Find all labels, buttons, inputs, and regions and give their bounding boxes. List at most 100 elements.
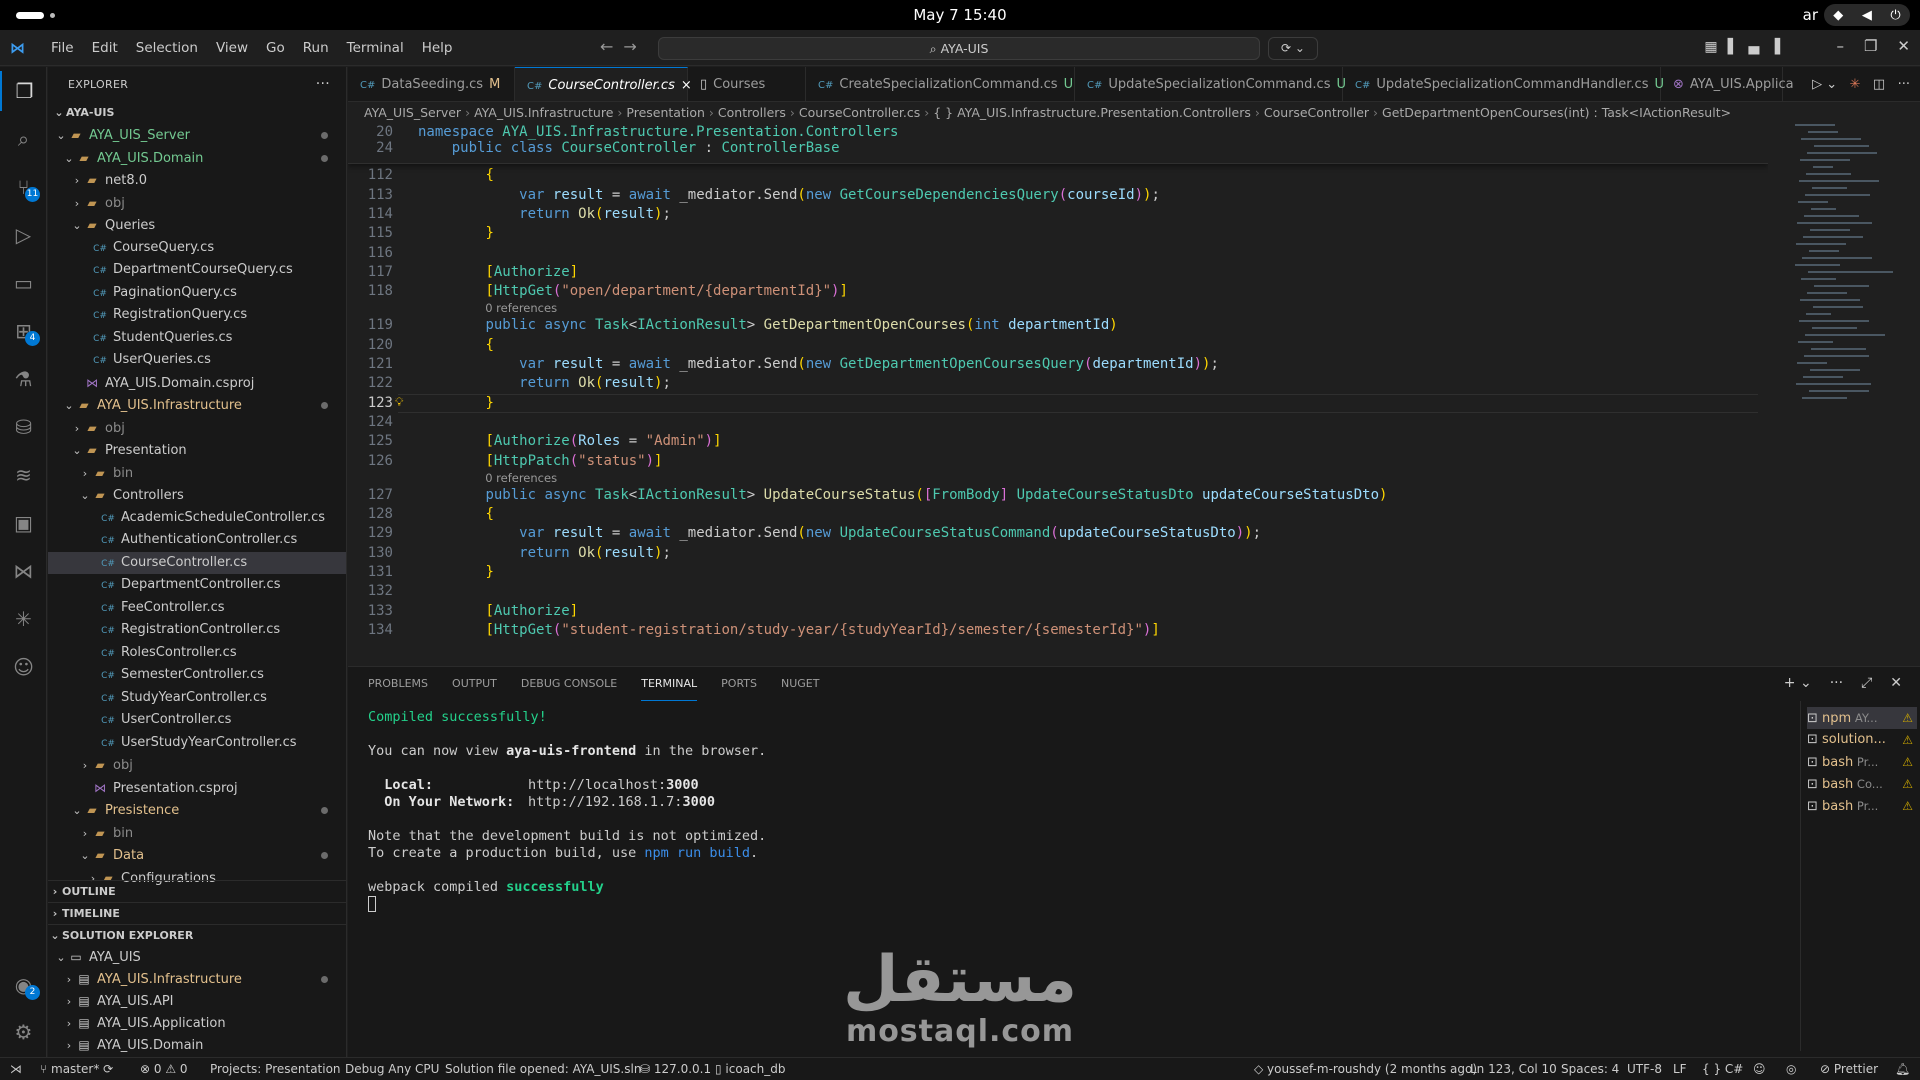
terminal-instance[interactable]: ⊡ npm AY... ⚠ [1807, 707, 1917, 729]
db-host-status[interactable]: ⛁ 127.0.0.1 [640, 1058, 711, 1080]
code-line[interactable]: 133 [Authorize] [348, 602, 1768, 621]
minimap[interactable] [1795, 124, 1905, 414]
tree-item[interactable]: › ▰ obj [48, 417, 346, 439]
tab-aya-uis-applica[interactable]: ⊗ AYA_UIS.Applica [1661, 67, 1794, 101]
menu-help[interactable]: Help [413, 40, 462, 56]
panel-more-icon[interactable]: ··· [1830, 675, 1843, 691]
codelens-references[interactable]: 0 references [485, 301, 557, 316]
system-menu[interactable]: ◆ ◀ ⏻ [1824, 4, 1910, 26]
breadcrumb-item[interactable]: Presentation [626, 105, 705, 120]
tab-courses[interactable]: ▯ Courses [688, 67, 806, 101]
projects-status[interactable]: Projects: Presentation [210, 1058, 341, 1080]
editor-more-icon[interactable]: ··· [1898, 77, 1910, 92]
split-editor-icon[interactable]: ◫ [1873, 77, 1885, 92]
code-line[interactable]: 125 [Authorize(Roles = "Admin")] [348, 432, 1768, 451]
tree-item[interactable]: C# PaginationQuery.cs [48, 282, 346, 304]
solution-item[interactable]: › ▤ AYA_UIS.Domain [48, 1034, 346, 1056]
code-line[interactable]: 126 [HttpPatch("status")] [348, 452, 1768, 471]
menu-selection[interactable]: Selection [127, 40, 207, 56]
copilot-chat-icon[interactable]: ☺ [0, 647, 47, 687]
end-of-line[interactable]: LF [1673, 1058, 1687, 1080]
tree-item[interactable]: ⌄ ▰ Queries [48, 214, 346, 236]
tree-item[interactable]: ⌄ ▰ Presistence [48, 799, 346, 821]
tree-item[interactable]: ⋈ AYA_UIS.Domain.csproj [48, 372, 346, 394]
code-line[interactable]: 120 { [348, 336, 1768, 355]
keyboard-layout[interactable]: ar [1803, 6, 1818, 24]
restore-icon[interactable]: ❐ [1864, 37, 1877, 55]
code-line[interactable]: 115 } [348, 224, 1768, 243]
tree-item[interactable]: C# SemesterController.cs [48, 664, 346, 686]
indentation[interactable]: Spaces: 4 [1561, 1058, 1619, 1080]
code-line[interactable]: 112 { [348, 166, 1768, 185]
panel-tab-debug-console[interactable]: DEBUG CONSOLE [521, 667, 617, 701]
remote-explorer-icon[interactable]: ▭ [0, 263, 47, 303]
tree-item[interactable]: C# CourseQuery.cs [48, 237, 346, 259]
solution-item[interactable]: › ▤ AYA_UIS.Infrastructure [48, 968, 346, 990]
sticky-line[interactable]: 24 public class CourseController : Contr… [348, 140, 1768, 156]
tree-item[interactable]: C# DepartmentCourseQuery.cs [48, 259, 346, 281]
toggle-sidebar-icon[interactable]: ▌ [1728, 39, 1739, 55]
settings-gear-icon[interactable]: ⚙ [0, 1012, 47, 1052]
system-clock[interactable]: May 7 15:40 [0, 6, 1920, 24]
tree-item[interactable]: ⌄ ▰ Data [48, 844, 346, 866]
run-icon[interactable]: ▷ ⌄ [1812, 77, 1837, 92]
more-actions-icon[interactable]: ··· [316, 67, 330, 102]
tree-item[interactable]: › ▰ obj [48, 754, 346, 776]
tree-item[interactable]: C# RegistrationQuery.cs [48, 304, 346, 326]
forward-arrow-icon[interactable]: → [623, 37, 646, 56]
tree-item[interactable]: C# StudentQueries.cs [48, 327, 346, 349]
tree-item[interactable]: ⌄ ▰ Controllers [48, 484, 346, 506]
run-debug-icon[interactable]: ▷ [0, 215, 47, 255]
menu-view[interactable]: View [207, 40, 257, 56]
copilot-status-icon[interactable]: ☺ [1753, 1058, 1766, 1080]
menu-edit[interactable]: Edit [83, 40, 127, 56]
section-solution-explorer[interactable]: ⌄ SOLUTION EXPLORER [48, 924, 346, 946]
toggle-panel-icon[interactable]: ▄ [1748, 39, 1759, 55]
tree-item[interactable]: ⌄ ▰ Presentation [48, 439, 346, 461]
tree-item[interactable]: C# RegistrationController.cs [48, 619, 346, 641]
code-line[interactable]: 119 public async Task<IActionResult> Get… [348, 316, 1768, 335]
code-line[interactable]: 124 [348, 413, 1768, 432]
section-outline[interactable]: › OUTLINE [48, 880, 346, 902]
command-center-search[interactable]: ⌕ AYA-UIS [658, 37, 1260, 60]
maximize-panel-icon[interactable]: ⤢ [1861, 675, 1872, 691]
tree-item[interactable]: ⌄ ▰ AYA_UIS.Domain [48, 147, 346, 169]
tree-item[interactable]: C# RolesController.cs [48, 642, 346, 664]
code-line[interactable]: 128 { [348, 505, 1768, 524]
tree-item[interactable]: ⌄ ▰ AYA_UIS.Infrastructure [48, 394, 346, 416]
panel-tab-problems[interactable]: PROBLEMS [368, 667, 428, 701]
db-name-status[interactable]: ▯ icoach_db [715, 1058, 786, 1080]
breadcrumb-item[interactable]: Controllers [718, 105, 786, 120]
code-line[interactable]: 127 public async Task<IActionResult> Upd… [348, 486, 1768, 505]
tab-coursecontroller-cs[interactable]: C# CourseController.cs × [515, 67, 692, 101]
encoding[interactable]: UTF-8 [1627, 1058, 1662, 1080]
breadcrumb-item[interactable]: CourseController [1264, 105, 1369, 120]
package-icon[interactable]: ▣ [0, 503, 47, 543]
problems-status[interactable]: ⊗ 0 ⚠ 0 [140, 1058, 188, 1080]
code-line[interactable]: 121 var result = await _mediator.Send(ne… [348, 355, 1768, 374]
code-line[interactable]: 116 [348, 244, 1768, 263]
copilot-button[interactable]: ⟳ ⌄ [1268, 37, 1318, 60]
branch-status[interactable]: ⑂ master* ⟳ [40, 1058, 113, 1080]
panel-tab-terminal[interactable]: TERMINAL [641, 667, 698, 701]
code-line[interactable]: 123 } [348, 394, 1768, 413]
debug-config-status[interactable]: Debug Any CPU [345, 1058, 439, 1080]
account-icon[interactable]: ◉ [0, 965, 47, 1005]
section-timeline[interactable]: › TIMELINE [48, 902, 346, 924]
explorer-icon[interactable]: ❐ [0, 71, 47, 111]
tree-item[interactable]: ⋈ Presentation.csproj [48, 777, 346, 799]
code-line[interactable]: 134 [HttpGet("student-registration/study… [348, 621, 1768, 640]
tab-dataseeding-cs[interactable]: C# DataSeeding.cs M [348, 67, 515, 101]
solution-item[interactable]: › ▤ AYA_UIS.API [48, 990, 346, 1012]
tree-item[interactable]: C# UserQueries.cs [48, 349, 346, 371]
git-blame-status[interactable]: ◇ youssef-m-roushdy (2 months ago) [1254, 1058, 1477, 1080]
source-control-icon[interactable]: ⑂ [0, 167, 47, 207]
database-icon[interactable]: ⛁ [0, 407, 47, 447]
sticky-line[interactable]: 20 namespace AYA_UIS.Infrastructure.Prese… [348, 124, 1768, 140]
remote-icon[interactable]: ⋊ [10, 1058, 22, 1080]
menu-terminal[interactable]: Terminal [338, 40, 413, 56]
close-tab-icon[interactable]: × [681, 78, 692, 93]
prettier-status[interactable]: ⊘ Prettier [1820, 1058, 1878, 1080]
panel-tab-ports[interactable]: PORTS [721, 667, 757, 701]
notifications-icon[interactable]: 🔔︎ [1895, 1058, 1910, 1080]
